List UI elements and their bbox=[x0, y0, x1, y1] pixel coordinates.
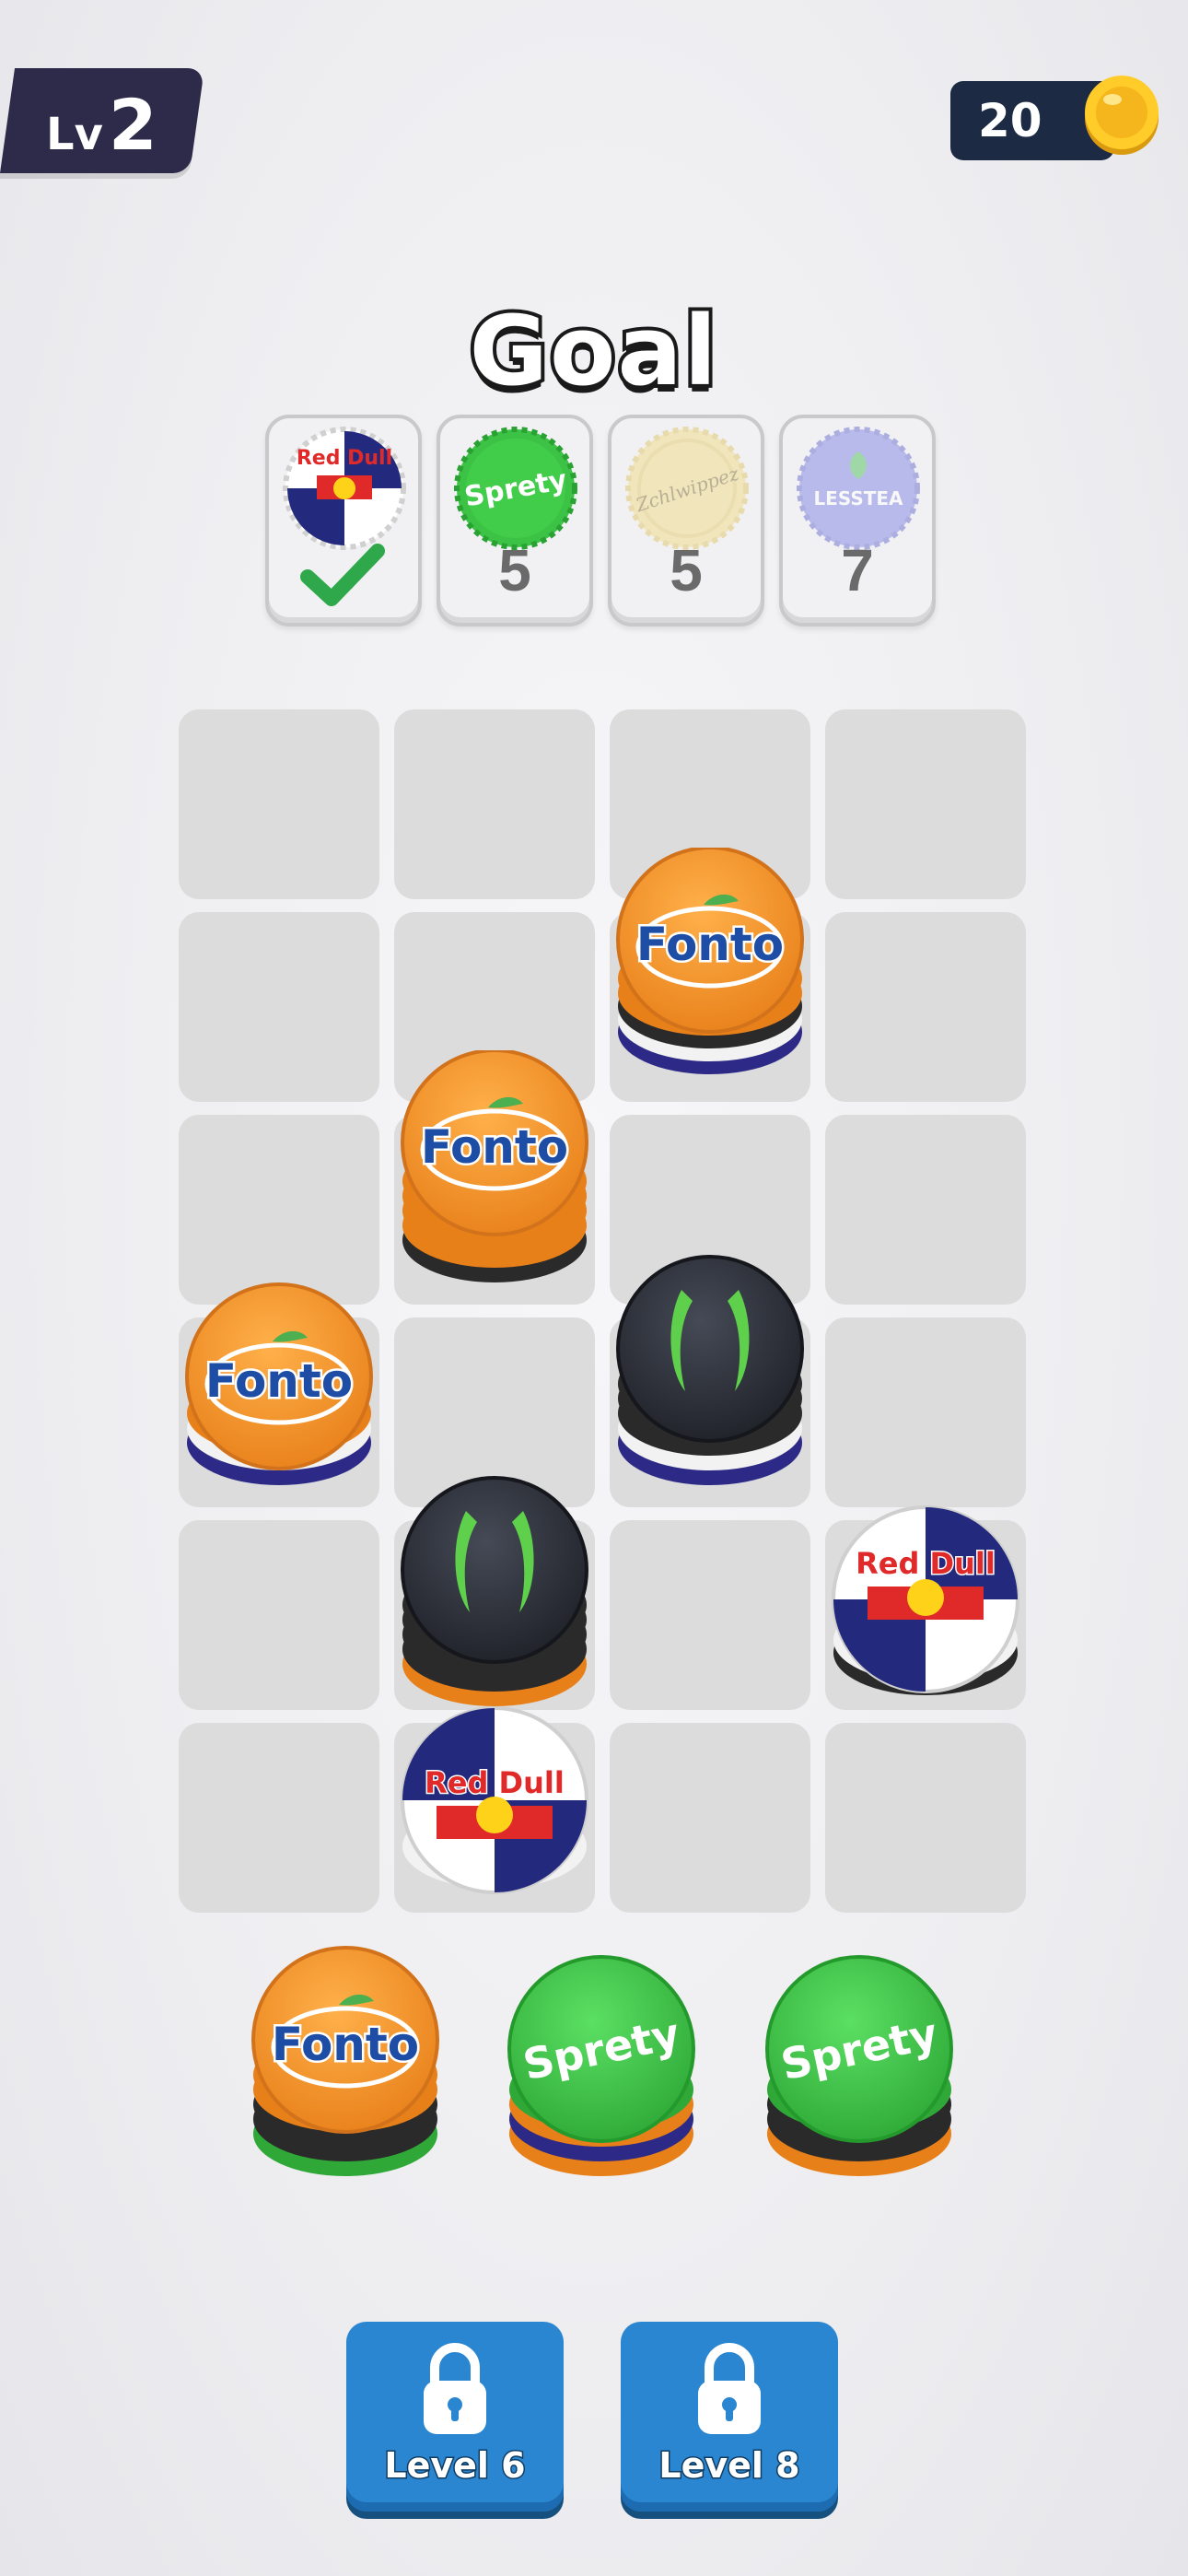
board-tile[interactable] bbox=[394, 709, 595, 899]
board-tile[interactable] bbox=[179, 1723, 379, 1913]
cap-stack-fonto[interactable]: Fonto bbox=[392, 1050, 597, 1301]
board-tile[interactable] bbox=[179, 1520, 379, 1710]
board-tile[interactable] bbox=[179, 912, 379, 1102]
tray-stack-sprety[interactable]: Sprety bbox=[757, 1953, 961, 2195]
board-tile[interactable] bbox=[610, 1520, 810, 1710]
board-tile[interactable] bbox=[825, 1115, 1026, 1305]
locked-slot-label: Level 8 bbox=[658, 2444, 801, 2488]
lesstea-cap-icon: LESSTEA bbox=[797, 427, 920, 550]
cap-stack-monster[interactable] bbox=[392, 1470, 597, 1721]
board-tile[interactable] bbox=[825, 709, 1026, 899]
goal-card-zchlwippez: Zchlwippez 5 bbox=[608, 415, 764, 626]
reddull-cap-icon: Red Dull bbox=[283, 427, 406, 550]
cap-stack-reddull[interactable]: Red Dull bbox=[823, 1502, 1028, 1715]
board-tile[interactable] bbox=[179, 1115, 379, 1305]
cap-stack-reddull[interactable]: Red Dull bbox=[392, 1704, 597, 1909]
board-tile[interactable] bbox=[179, 709, 379, 899]
goal-count-sprety: 5 bbox=[498, 537, 531, 603]
level-indicator: Lv2 bbox=[46, 79, 157, 171]
cap-label-fonto: Fonto bbox=[421, 1120, 568, 1174]
board-tile[interactable] bbox=[610, 1723, 810, 1913]
cap-label-fonto: Fonto bbox=[205, 1354, 353, 1408]
coin-icon bbox=[1085, 76, 1159, 155]
board-tile[interactable] bbox=[825, 1317, 1026, 1507]
level-prefix: Lv bbox=[46, 109, 103, 160]
zchlwippez-cap-icon: Zchlwippez bbox=[625, 427, 749, 550]
cap-label-reddull: Red Dull bbox=[425, 1765, 565, 1800]
locked-slot-button-2[interactable]: Level 8 bbox=[621, 2322, 838, 2512]
lock-icon bbox=[698, 2343, 761, 2434]
check-icon bbox=[300, 544, 385, 606]
cap-stack-fonto[interactable]: Fonto bbox=[608, 848, 812, 1098]
goal-count-zchlwippez: 5 bbox=[670, 537, 703, 603]
goal-card-lesstea: LESSTEA 7 bbox=[779, 415, 936, 626]
coin-count: 20 bbox=[978, 94, 1042, 147]
goal-title: Goal bbox=[466, 291, 721, 411]
level-number: 2 bbox=[108, 84, 157, 166]
goal-card-reddull: Red Dull bbox=[265, 415, 422, 626]
cap-stack-monster[interactable] bbox=[608, 1253, 812, 1513]
locked-slot-label: Level 6 bbox=[383, 2444, 527, 2488]
tray-stack-sprety[interactable]: Sprety bbox=[499, 1953, 704, 2195]
cap-label-fonto: Fonto bbox=[636, 918, 784, 971]
lock-icon bbox=[424, 2343, 486, 2434]
board-tile[interactable] bbox=[825, 1723, 1026, 1913]
goal-card-sprety: Sprety 5 bbox=[437, 415, 593, 626]
cap-label-reddull: Red Dull bbox=[856, 1546, 996, 1581]
sprety-cap-icon: Sprety bbox=[454, 427, 577, 550]
board-tile[interactable] bbox=[825, 912, 1026, 1102]
cap-label-fonto: Fonto bbox=[272, 2018, 419, 2071]
locked-slot-button-1[interactable]: Level 6 bbox=[346, 2322, 564, 2512]
tray-stack-fonto[interactable]: Fonto bbox=[243, 1944, 448, 2195]
goal-cap-reddull-text: Red Dull bbox=[297, 447, 392, 470]
goal-count-lesstea: 7 bbox=[841, 537, 874, 603]
cap-stack-fonto[interactable]: Fonto bbox=[177, 1281, 381, 1513]
goal-cap-lesstea-text: LESSTEA bbox=[813, 487, 903, 509]
